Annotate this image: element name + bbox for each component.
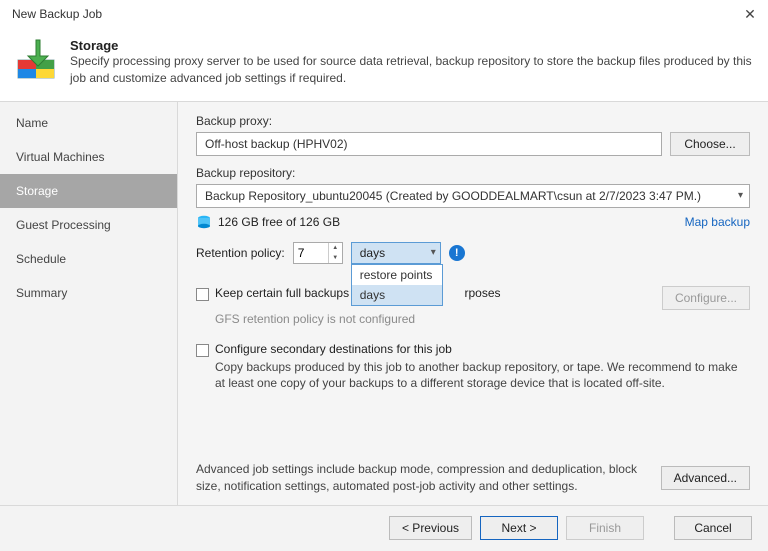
map-backup-link[interactable]: Map backup [685, 215, 750, 229]
nav-item-storage[interactable]: Storage [0, 174, 177, 208]
secondary-desc: Copy backups produced by this job to ano… [215, 359, 750, 393]
disk-icon [196, 214, 212, 230]
retention-spinner[interactable]: ▲ ▼ [293, 242, 343, 264]
retention-label: Retention policy: [196, 246, 285, 260]
previous-button[interactable]: < Previous [389, 516, 472, 540]
proxy-field[interactable]: Off-host backup (HPHV02) [196, 132, 662, 156]
header-text: Storage Specify processing proxy server … [70, 38, 754, 87]
retention-unit-value: days [360, 246, 385, 260]
option-restore-points[interactable]: restore points [352, 265, 442, 285]
repo-value: Backup Repository_ubuntu20045 (Created b… [205, 189, 701, 203]
next-button[interactable]: Next > [480, 516, 558, 540]
secondary-checkbox[interactable] [196, 344, 209, 357]
option-days[interactable]: days [352, 285, 442, 305]
configure-button: Configure... [662, 286, 750, 310]
secondary-label: Configure secondary destinations for thi… [215, 342, 452, 356]
keep-full-checkbox[interactable] [196, 288, 209, 301]
cancel-button[interactable]: Cancel [674, 516, 752, 540]
retention-value[interactable] [294, 243, 328, 263]
wizard-footer: < Previous Next > Finish Cancel [0, 505, 768, 551]
nav-item-virtual-machines[interactable]: Virtual Machines [0, 140, 177, 174]
chevron-down-icon[interactable]: ▼ [329, 253, 342, 263]
choose-button[interactable]: Choose... [670, 132, 750, 156]
nav-item-schedule[interactable]: Schedule [0, 242, 177, 276]
advanced-button[interactable]: Advanced... [661, 466, 750, 490]
wizard-nav: Name Virtual Machines Storage Guest Proc… [0, 102, 178, 505]
retention-unit-dropdown: restore points days [351, 264, 443, 306]
storage-icon [14, 38, 58, 82]
chevron-down-icon: ▾ [431, 247, 436, 258]
chevron-up-icon[interactable]: ▲ [329, 243, 342, 253]
finish-button: Finish [566, 516, 644, 540]
main-panel: Backup proxy: Off-host backup (HPHV02) C… [178, 102, 768, 505]
retention-unit-combo[interactable]: days ▾ restore points days [351, 242, 441, 264]
nav-item-summary[interactable]: Summary [0, 276, 177, 310]
repo-combo[interactable]: Backup Repository_ubuntu20045 (Created b… [196, 184, 750, 208]
advanced-desc: Advanced job settings include backup mod… [196, 461, 651, 495]
info-icon[interactable]: ! [449, 245, 465, 261]
window-title: New Backup Job [8, 7, 740, 21]
chevron-down-icon: ▾ [738, 190, 743, 201]
page-description: Specify processing proxy server to be us… [70, 53, 754, 87]
titlebar: New Backup Job ✕ [0, 0, 768, 28]
gfs-note: GFS retention policy is not configured [215, 312, 750, 326]
nav-item-name[interactable]: Name [0, 106, 177, 140]
close-icon[interactable]: ✕ [740, 6, 760, 23]
nav-item-guest-processing[interactable]: Guest Processing [0, 208, 177, 242]
wizard-header: Storage Specify processing proxy server … [0, 28, 768, 102]
proxy-label: Backup proxy: [196, 114, 750, 128]
page-title: Storage [70, 38, 754, 53]
free-space-text: 126 GB free of 126 GB [218, 215, 340, 229]
spinner-arrows[interactable]: ▲ ▼ [328, 243, 342, 263]
repo-label: Backup repository: [196, 166, 750, 180]
